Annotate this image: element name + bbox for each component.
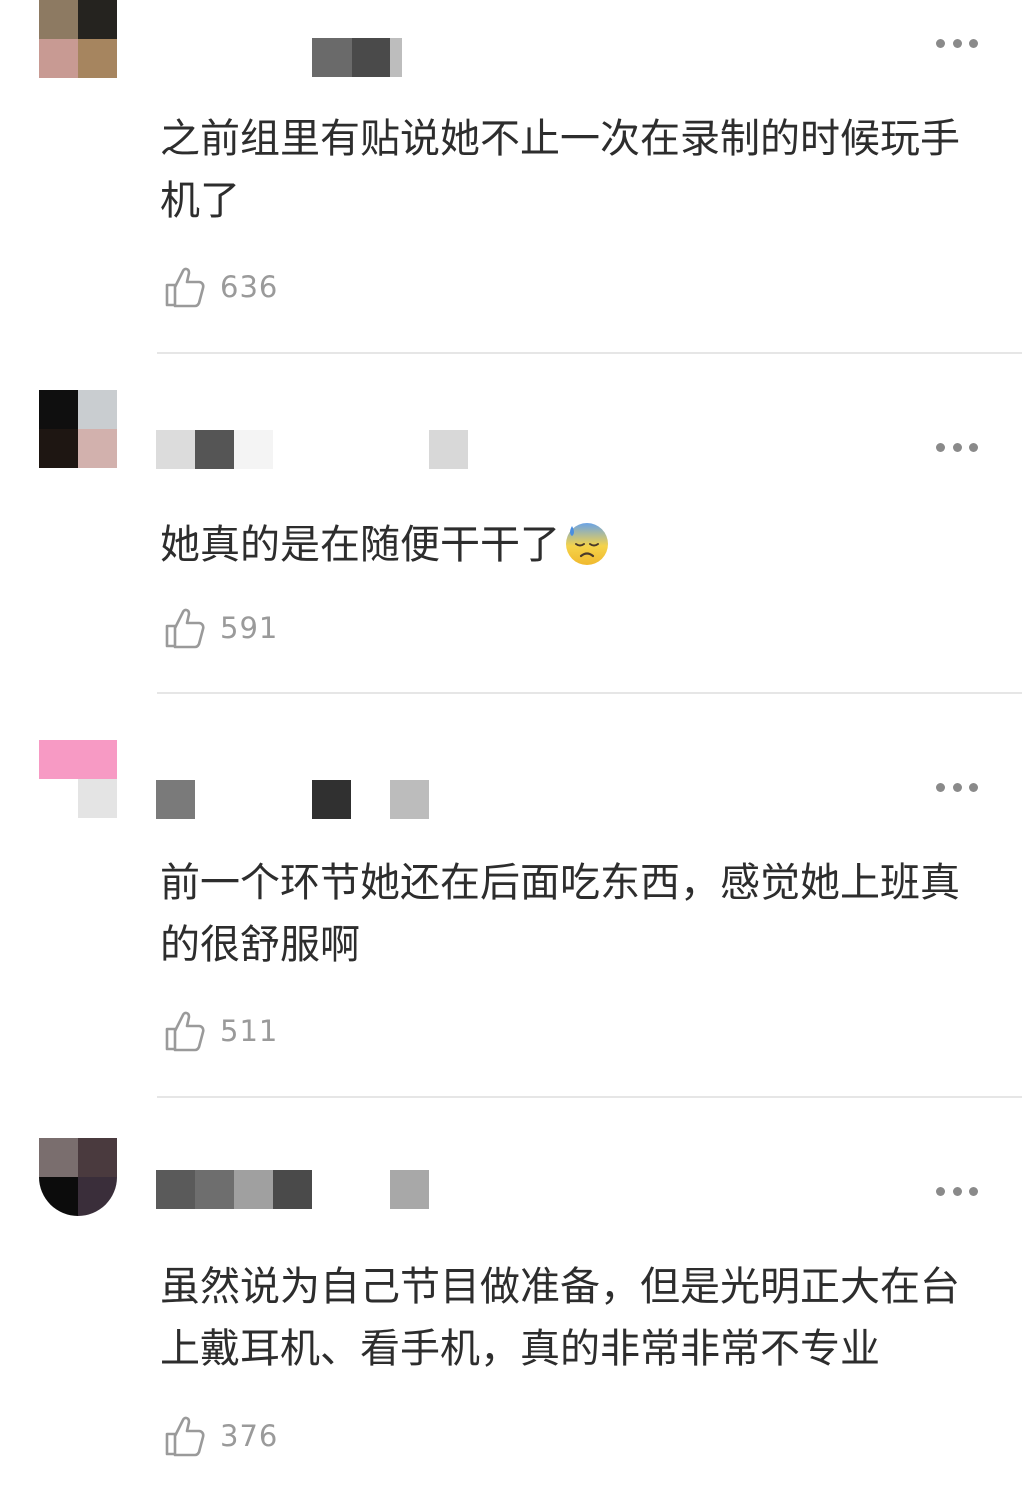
more-options-button[interactable]	[936, 442, 978, 452]
like-button[interactable]: 636	[164, 265, 278, 309]
more-options-button[interactable]	[936, 1186, 978, 1196]
more-icon	[936, 782, 945, 792]
comment-text: 前一个环节她还在后面吃东西，感觉她上班真的很舒服啊	[160, 860, 960, 968]
comment-text: 之前组里有贴说她不止一次在录制的时候玩手机了	[160, 116, 960, 224]
avatar[interactable]	[39, 390, 117, 468]
username-redacted[interactable]	[156, 1170, 429, 1209]
username-redacted[interactable]	[156, 430, 468, 469]
username-redacted[interactable]	[156, 780, 429, 819]
like-button[interactable]: 376	[164, 1414, 278, 1458]
like-count: 511	[220, 1014, 279, 1048]
like-button[interactable]: 591	[164, 606, 278, 650]
like-button[interactable]: 511	[164, 1009, 278, 1053]
comment-text: 虽然说为自己节目做准备，但是光明正大在台上戴耳机、看手机，真的非常非常不专业	[160, 1264, 960, 1372]
like-count: 376	[220, 1419, 279, 1453]
more-options-button[interactable]	[936, 782, 978, 792]
comment-item: 她真的是在随便干干了 591	[0, 354, 1022, 694]
thumbs-up-icon	[165, 608, 205, 649]
more-icon	[936, 442, 945, 452]
comment-item: 前一个环节她还在后面吃东西，感觉她上班真的很舒服啊 511	[0, 694, 1022, 1098]
more-icon	[936, 38, 945, 48]
avatar[interactable]	[39, 740, 117, 818]
avatar[interactable]	[39, 1138, 117, 1216]
avatar[interactable]	[39, 0, 117, 78]
thumbs-up-icon	[165, 1416, 205, 1457]
comment-text-body: 她真的是在随便干干了	[160, 522, 560, 568]
downcast-face-with-sweat-emoji	[566, 523, 608, 565]
comment-item: 之前组里有贴说她不止一次在录制的时候玩手机了 636	[0, 0, 1022, 354]
username-redacted[interactable]	[312, 38, 432, 77]
comment-text: 她真的是在随便干干了	[160, 514, 972, 576]
like-count: 591	[220, 611, 279, 645]
thumbs-up-icon	[165, 1011, 205, 1052]
more-icon	[936, 1186, 945, 1196]
thumbs-up-icon	[165, 267, 205, 308]
more-options-button[interactable]	[936, 38, 978, 48]
like-count: 636	[220, 270, 279, 304]
comment-item: 虽然说为自己节目做准备，但是光明正大在台上戴耳机、看手机，真的非常非常不专业 3…	[0, 1098, 1022, 1489]
